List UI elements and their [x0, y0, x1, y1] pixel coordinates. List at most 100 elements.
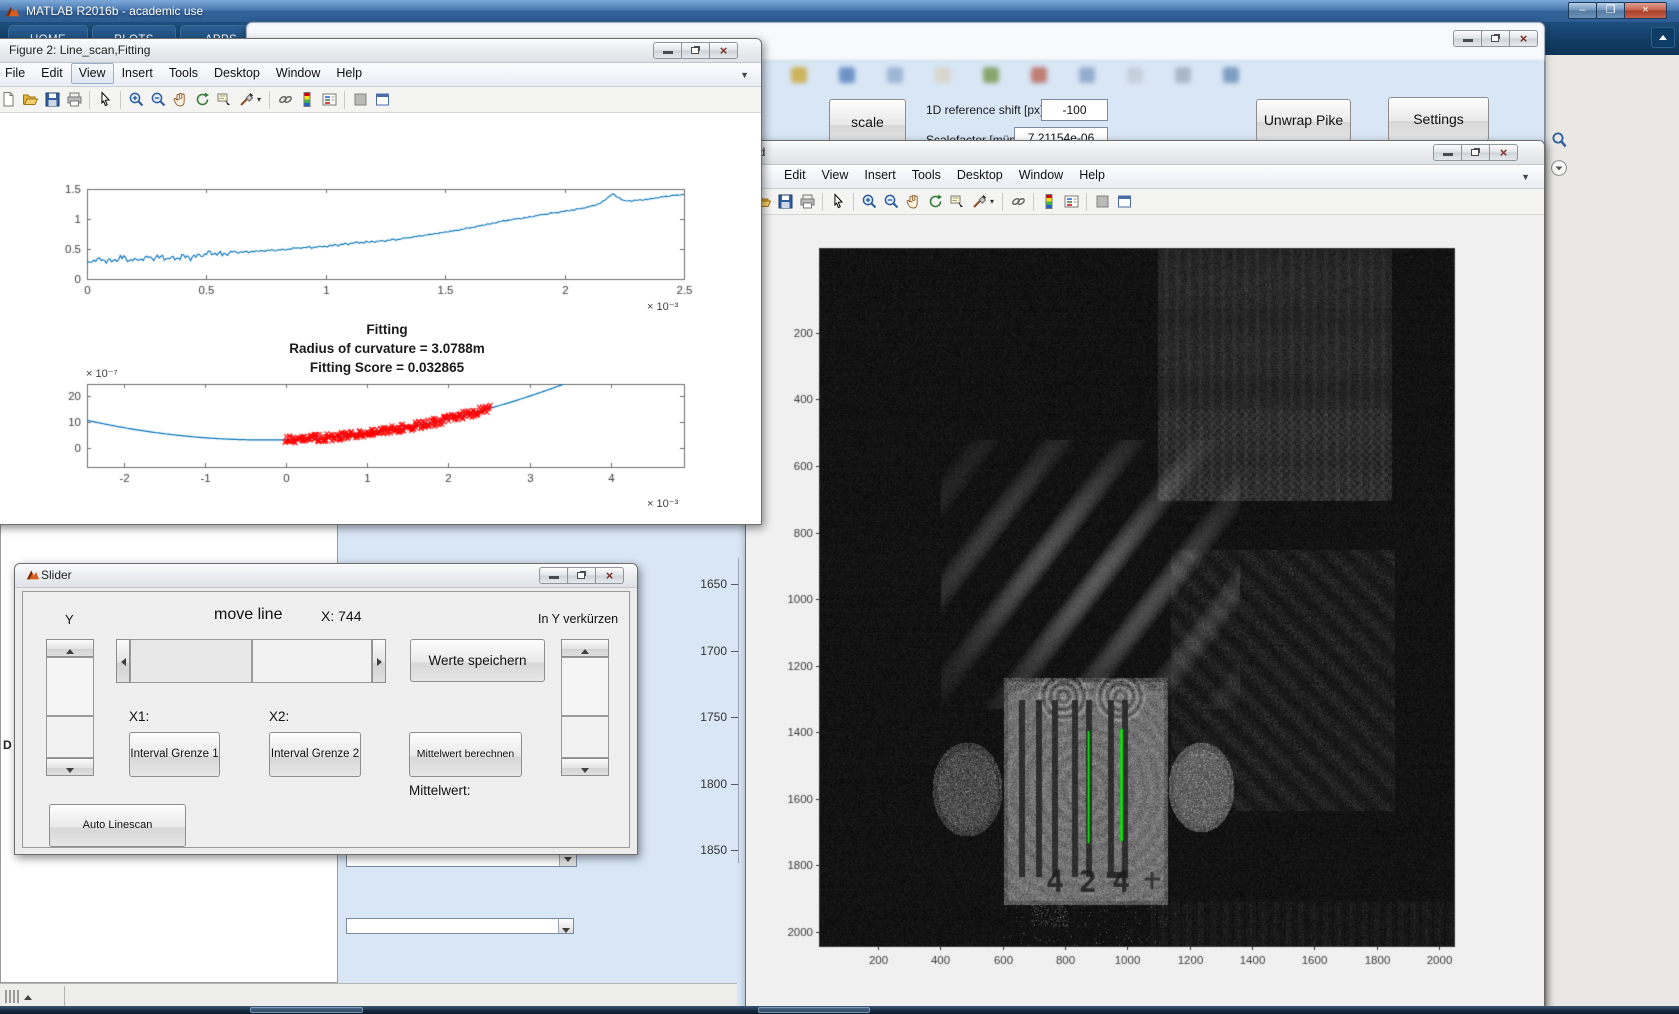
menu-edit[interactable]: Edit: [33, 63, 71, 84]
menu-help[interactable]: Help: [1071, 165, 1113, 186]
print-icon[interactable]: [63, 89, 85, 110]
zoom-out-icon[interactable]: [147, 89, 169, 110]
new-doc-icon[interactable]: [0, 89, 19, 110]
move-line-left-button[interactable]: [116, 639, 130, 683]
menu-help[interactable]: Help: [328, 63, 370, 84]
toolbar-separator: [853, 192, 854, 211]
mittelwert-berechnen-button[interactable]: Mittelwert berechnen: [409, 732, 522, 777]
x2-label: X2:: [269, 709, 290, 724]
menu-insert[interactable]: Insert: [856, 165, 903, 186]
y-scroll-thumb[interactable]: [46, 716, 94, 758]
menu-file[interactable]: File: [0, 63, 33, 84]
line-scan-plot[interactable]: [42, 169, 722, 309]
legend-icon[interactable]: [318, 89, 340, 110]
menu-overflow-icon[interactable]: ▼: [740, 70, 749, 80]
werte-speichern-button[interactable]: Werte speichern: [410, 639, 545, 682]
ref-shift-input[interactable]: [1041, 99, 1108, 121]
combo-box[interactable]: [346, 918, 574, 934]
brush-icon[interactable]: [235, 89, 257, 110]
rotate-3d-icon[interactable]: [924, 191, 946, 212]
slider-minimize-button[interactable]: [539, 567, 568, 584]
y-scroll-up-button[interactable]: [46, 639, 94, 657]
rotate-3d-icon[interactable]: [191, 89, 213, 110]
menu-edit[interactable]: Edit: [776, 165, 814, 186]
cursor-icon[interactable]: [94, 89, 116, 110]
figure-minimize-button[interactable]: [653, 42, 682, 59]
figure-restore-button[interactable]: [681, 42, 710, 59]
brush-dropdown-icon[interactable]: ▾: [990, 197, 998, 206]
zoom-in-icon[interactable]: [125, 89, 147, 110]
plot-tools-off-icon[interactable]: [349, 89, 371, 110]
brush-icon[interactable]: [968, 191, 990, 212]
zoom-in-icon[interactable]: [858, 191, 880, 212]
menu-overflow-icon[interactable]: ▼: [1521, 172, 1530, 182]
grip-arrow-icon[interactable]: [24, 995, 32, 1000]
figure-close-button[interactable]: ×: [709, 42, 738, 59]
interval-grenze1-button[interactable]: Interval Grenze 1: [129, 732, 220, 777]
menu-desktop[interactable]: Desktop: [949, 165, 1011, 186]
menu-tools[interactable]: Tools: [904, 165, 949, 186]
move-line-thumb[interactable]: [130, 639, 252, 683]
save-icon[interactable]: [774, 191, 796, 212]
figure-restore-button[interactable]: [1461, 144, 1490, 161]
interval-grenze2-button[interactable]: Interval Grenze 2: [269, 732, 361, 777]
brush-dropdown-icon[interactable]: ▾: [257, 95, 265, 104]
main-minimize-button[interactable]: –: [1568, 2, 1597, 19]
cursor-icon[interactable]: [827, 191, 849, 212]
data-cursor-icon[interactable]: [946, 191, 968, 212]
windows-taskbar[interactable]: [0, 1006, 1679, 1014]
link-plots-icon[interactable]: [274, 89, 296, 110]
auto-linescan-button[interactable]: Auto Linescan: [49, 804, 186, 847]
y-scroll-down-button[interactable]: [46, 758, 94, 776]
data-cursor-icon[interactable]: [213, 89, 235, 110]
figure-minimize-button[interactable]: [1433, 144, 1462, 161]
scale-button[interactable]: scale: [829, 99, 906, 146]
print-icon[interactable]: [796, 191, 818, 212]
menu-window[interactable]: Window: [268, 63, 328, 84]
gui-restore-button[interactable]: [1481, 30, 1510, 47]
main-close-button[interactable]: ×: [1624, 2, 1667, 19]
shorten-scroll-thumb[interactable]: [561, 716, 609, 758]
shorten-scroll-up-button[interactable]: [561, 639, 609, 657]
menu-window[interactable]: Window: [1011, 165, 1071, 186]
search-icon[interactable]: [1549, 131, 1569, 153]
taskbar-item[interactable]: [250, 1007, 363, 1013]
shorten-scroll-down-button[interactable]: [561, 758, 609, 776]
y-scroll-track[interactable]: [46, 657, 94, 716]
move-line-right-button[interactable]: [372, 639, 386, 683]
slider-restore-button[interactable]: [567, 567, 596, 584]
menu-view[interactable]: View: [814, 165, 857, 186]
taskbar-item[interactable]: [758, 1007, 870, 1013]
colorbar-icon[interactable]: [1038, 191, 1060, 212]
fitting-score-text: Fitting Score = 0.032865: [309, 360, 465, 375]
menu-tools[interactable]: Tools: [161, 63, 206, 84]
unwrap-pike-button[interactable]: Unwrap Pike: [1256, 99, 1351, 141]
open-folder-icon[interactable]: [19, 89, 41, 110]
plot-tools-on-icon[interactable]: [1113, 191, 1135, 212]
expand-circle-icon[interactable]: [1549, 159, 1569, 181]
menu-insert[interactable]: Insert: [114, 63, 161, 84]
zoom-out-icon[interactable]: [880, 191, 902, 212]
gui-minimize-button[interactable]: [1453, 30, 1482, 47]
fitting-plot[interactable]: [42, 379, 722, 504]
pan-icon[interactable]: [169, 89, 191, 110]
matlab-window-title: MATLAB R2016b - academic use: [26, 4, 204, 18]
menu-desktop[interactable]: Desktop: [206, 63, 268, 84]
save-icon[interactable]: [41, 89, 63, 110]
surface-image-plot[interactable]: [782, 231, 1462, 991]
settings-button[interactable]: Settings: [1388, 97, 1489, 141]
pan-icon[interactable]: [902, 191, 924, 212]
toolstrip-collapse-button[interactable]: [1651, 27, 1675, 48]
move-line-track[interactable]: [252, 639, 372, 683]
link-plots-icon[interactable]: [1007, 191, 1029, 212]
menu-view[interactable]: View: [70, 63, 114, 84]
figure-close-button[interactable]: ×: [1489, 144, 1518, 161]
main-restore-button[interactable]: ❐: [1596, 2, 1625, 19]
colorbar-icon[interactable]: [296, 89, 318, 110]
gui-close-button[interactable]: ×: [1509, 30, 1538, 47]
shorten-scroll-track[interactable]: [561, 657, 609, 716]
plot-tools-on-icon[interactable]: [371, 89, 393, 110]
legend-icon[interactable]: [1060, 191, 1082, 212]
plot-tools-off-icon[interactable]: [1091, 191, 1113, 212]
slider-close-button[interactable]: ×: [595, 567, 624, 584]
